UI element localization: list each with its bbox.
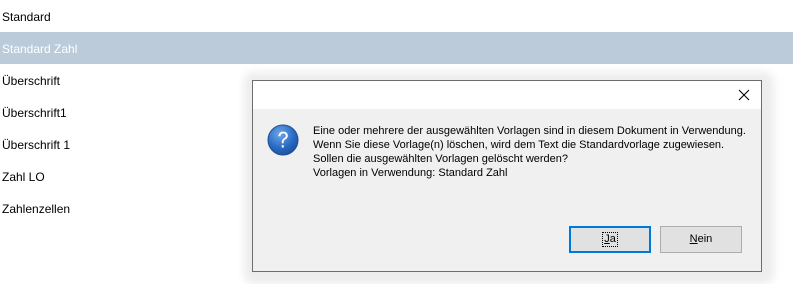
yes-button-label: Ja: [602, 232, 618, 247]
style-list-item-label: Zahlenzellen: [2, 202, 71, 216]
no-button[interactable]: Nein: [660, 226, 742, 253]
style-list-item-label: Überschrift: [2, 74, 61, 88]
confirm-delete-dialog: Eine oder mehrere der ausgewählten Vorla…: [252, 80, 762, 272]
close-button[interactable]: [727, 81, 761, 109]
dialog-message: Eine oder mehrere der ausgewählten Vorla…: [313, 124, 753, 180]
style-list-item-label: Standard Zahl: [2, 42, 78, 56]
question-icon: [267, 124, 299, 156]
app-window: Standard Standard Zahl Überschrift Übers…: [0, 0, 793, 284]
close-icon: [738, 89, 750, 101]
yes-button[interactable]: Ja: [569, 226, 651, 253]
message-line: Vorlagen in Verwendung: Standard Zahl: [313, 167, 508, 179]
style-list-item-label: Standard: [2, 10, 51, 24]
style-list-item-label: Überschrift 1: [2, 138, 71, 152]
dialog-titlebar: [253, 81, 761, 109]
style-list-item-label: Zahl LO: [2, 170, 45, 184]
yes-button-rest: a: [609, 233, 616, 245]
no-button-mnemonic: N: [689, 233, 698, 245]
style-list-item-label: Überschrift1: [2, 106, 67, 120]
style-list-item-standard-zahl[interactable]: Standard Zahl: [0, 32, 793, 64]
message-line: Eine oder mehrere der ausgewählten Vorla…: [313, 125, 746, 137]
message-line: Sollen die ausgewählten Vorlagen gelösch…: [313, 153, 569, 165]
style-list-item-standard[interactable]: Standard: [0, 0, 793, 32]
message-line: Wenn Sie diese Vorlage(n) löschen, wird …: [313, 139, 725, 151]
no-button-rest: ein: [697, 233, 713, 245]
